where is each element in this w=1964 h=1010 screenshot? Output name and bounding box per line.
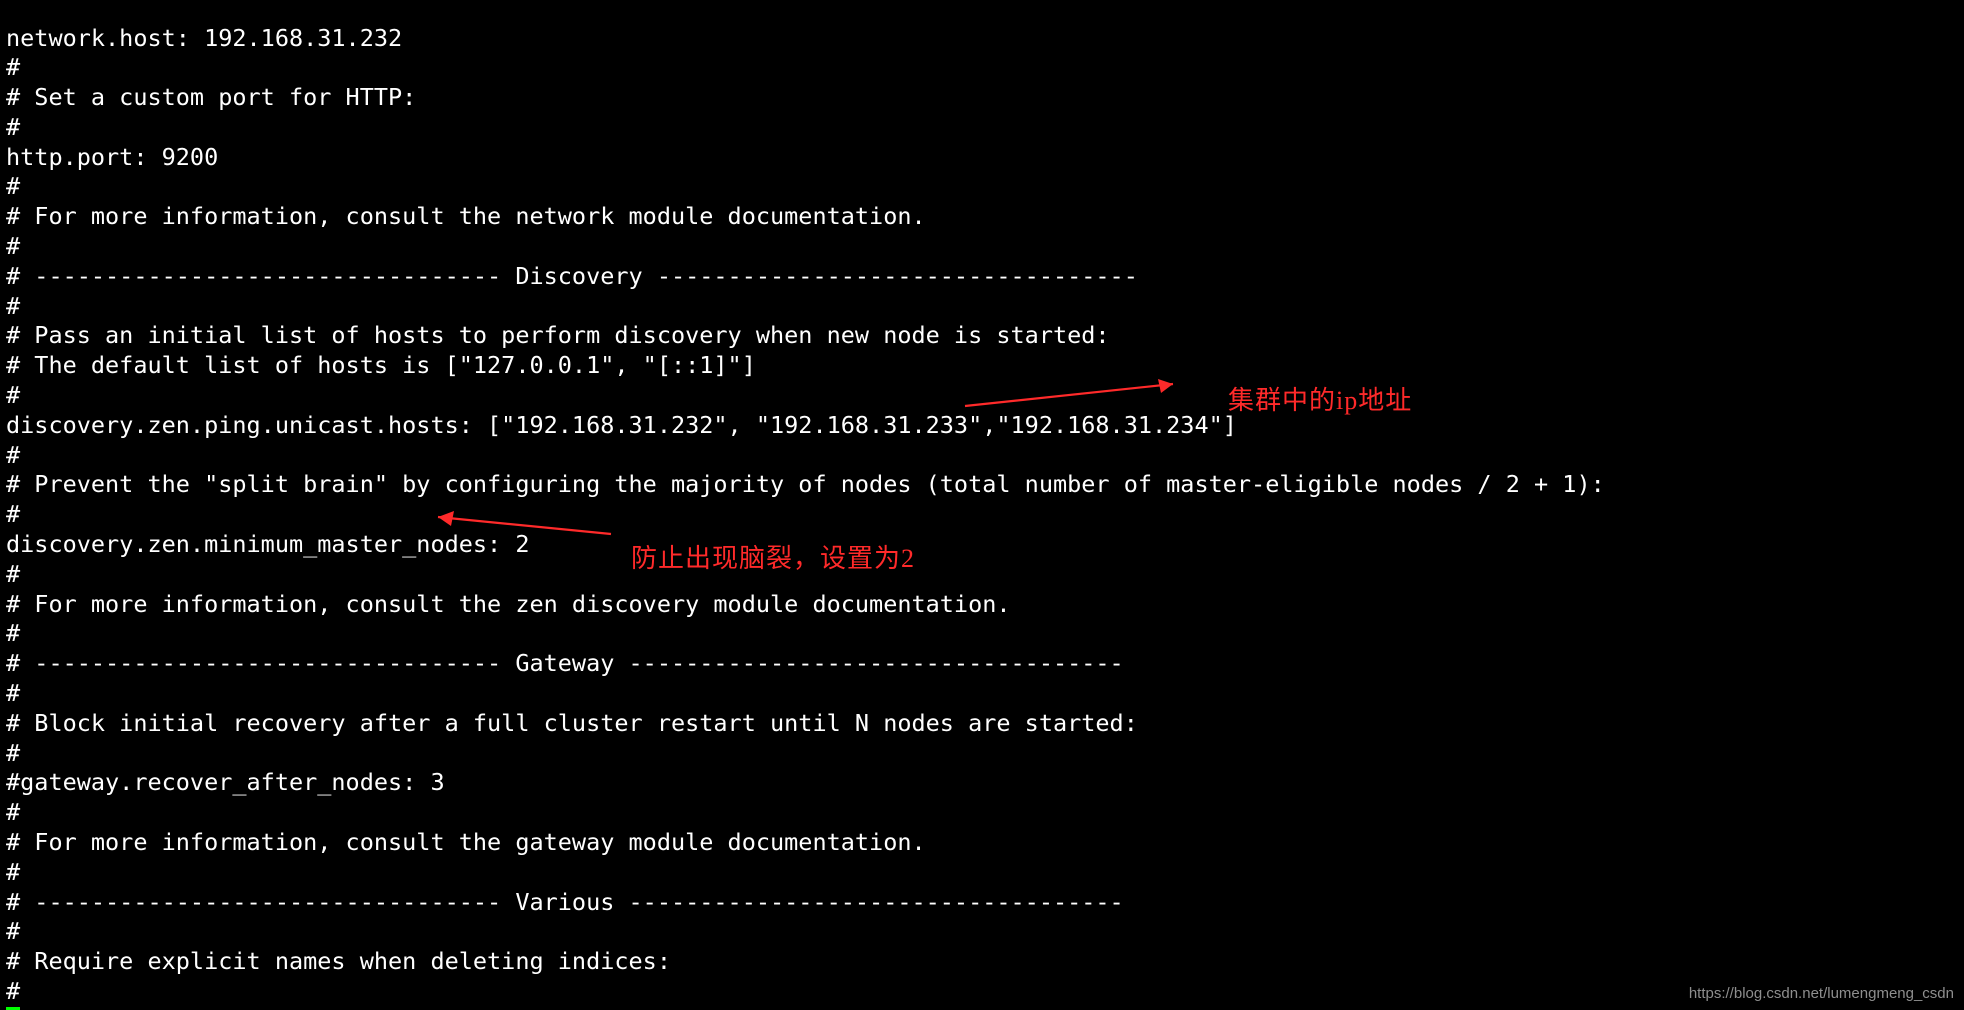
annotation-text-2: 防止出现脑裂，设置为2	[631, 538, 915, 575]
terminal-output: network.host: 192.168.31.232 # # Set a c…	[0, 24, 1611, 1010]
annotation-arrow-1	[958, 375, 1190, 415]
watermark-text: https://blog.csdn.net/lumengmeng_csdn	[1689, 985, 1954, 1002]
annotation-arrow-2	[428, 508, 618, 548]
annotation-text-1: 集群中的ip地址	[1228, 380, 1412, 417]
